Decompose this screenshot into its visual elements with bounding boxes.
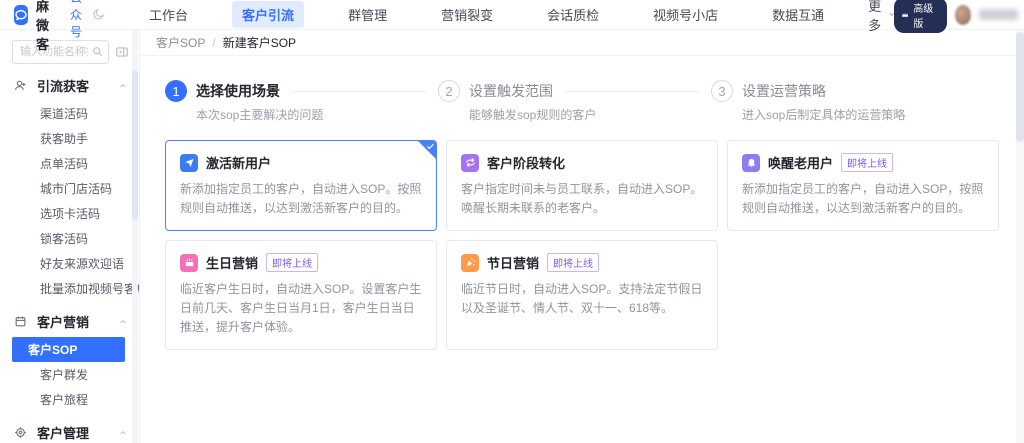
sidebar-section-title: 客户营销 bbox=[37, 312, 119, 331]
collapse-sidebar-icon[interactable] bbox=[115, 45, 129, 59]
chevron-up-icon bbox=[119, 429, 127, 437]
chevron-up-icon bbox=[119, 82, 127, 90]
scene-card-description: 临近节日时，自动进入SOP。支持法定节假日以及圣诞节、情人节、双十一、618等。 bbox=[461, 280, 703, 318]
sidebar: 引流获客渠道活码获客助手点单活码城市门店活码选项卡活码锁客活码好友来源欢迎语批量… bbox=[0, 30, 140, 443]
nav-tab[interactable]: 视频号小店 bbox=[643, 1, 728, 28]
scene-card-title: 生日营销 bbox=[206, 253, 258, 272]
more-menu[interactable]: 更多 bbox=[868, 0, 894, 34]
step: 2 设置触发范围能够触发sop规则的客户 bbox=[438, 80, 711, 123]
plan-badge[interactable]: 高级版 bbox=[894, 0, 947, 33]
scene-card[interactable]: 激活新用户新添加指定员工的客户，自动进入SOP。按照规则自动推送，以达到激活新客… bbox=[165, 140, 437, 231]
nav-tab[interactable]: 营销裂变 bbox=[431, 1, 503, 28]
moon-icon[interactable] bbox=[92, 8, 105, 21]
official-account-link[interactable]: 公众号 bbox=[70, 0, 82, 40]
main-panel: 客户SOP / 新建客户SOP 1 选择使用场景本次sop主要解决的问题2 设置触发… bbox=[140, 30, 1024, 443]
breadcrumb-separator: / bbox=[212, 36, 215, 50]
scene-card-description: 临近客户生日时，自动进入SOP。设置客户生日前几天、客户生日当月1日，客户生日当… bbox=[180, 280, 422, 337]
topbar-right: 高级版 bbox=[894, 0, 1024, 33]
step-subtitle: 进入sop后制定具体的运营策略 bbox=[742, 106, 905, 123]
nav-tab[interactable]: 群管理 bbox=[338, 1, 397, 28]
conversion-icon bbox=[461, 154, 479, 172]
scene-card[interactable]: 节日营销即将上线临近节日时，自动进入SOP。支持法定节假日以及圣诞节、情人节、双… bbox=[446, 240, 718, 350]
step-subtitle: 能够触发sop规则的客户 bbox=[469, 106, 711, 123]
sidebar-item[interactable]: 客户群发 bbox=[12, 362, 125, 387]
sidebar-item[interactable]: 锁客活码 bbox=[12, 226, 125, 251]
page-scrollbar[interactable] bbox=[1016, 30, 1024, 443]
scene-card-title: 客户阶段转化 bbox=[487, 153, 565, 172]
bell-icon bbox=[742, 154, 760, 172]
topbar: 芝麻微客 公众号 工作台客户引流群管理营销裂变会话质检视频号小店数据互通 更多 … bbox=[0, 0, 1024, 30]
sidebar-item[interactable]: 城市门店活码 bbox=[12, 176, 125, 201]
breadcrumb-parent[interactable]: 客户SOP bbox=[156, 34, 205, 51]
more-label: 更多 bbox=[868, 0, 884, 34]
sidebar-item[interactable]: 选项卡活码 bbox=[12, 201, 125, 226]
app-logo: 芝麻微客 bbox=[14, 0, 56, 53]
app-window: 芝麻微客 公众号 工作台客户引流群管理营销裂变会话质检视频号小店数据互通 更多 … bbox=[0, 0, 1024, 443]
sidebar-section-title: 引流获客 bbox=[37, 76, 119, 95]
scene-card[interactable]: 客户阶段转化客户指定时间未与员工联系，自动进入SOP。唤醒长期未联系的老客户。 bbox=[446, 140, 718, 231]
step: 3 设置运营策略进入sop后制定具体的运营策略 bbox=[711, 80, 905, 123]
coming-soon-badge: 即将上线 bbox=[547, 253, 599, 272]
steps-bar: 1 选择使用场景本次sop主要解决的问题2 设置触发范围能够触发sop规则的客户3设… bbox=[165, 80, 995, 123]
gear-icon bbox=[14, 426, 28, 439]
party-popper-icon bbox=[461, 254, 479, 272]
scene-card-grid: 激活新用户新添加指定员工的客户，自动进入SOP。按照规则自动推送，以达到激活新客… bbox=[165, 140, 1004, 350]
sidebar-nav: 引流获客渠道活码获客助手点单活码城市门店活码选项卡活码锁客活码好友来源欢迎语批量… bbox=[0, 70, 139, 443]
sidebar-item[interactable]: 渠道活码 bbox=[12, 101, 125, 126]
chevron-up-icon bbox=[119, 318, 127, 326]
sidebar-section-header[interactable]: 引流获客 bbox=[0, 70, 139, 101]
step-connector bbox=[565, 91, 699, 92]
sidebar-section-title: 客户管理 bbox=[37, 423, 119, 442]
coming-soon-badge: 即将上线 bbox=[266, 253, 318, 272]
sidebar-scrollbar[interactable] bbox=[132, 30, 138, 443]
nav-tab[interactable]: 数据互通 bbox=[762, 1, 834, 28]
username-redacted bbox=[979, 9, 1017, 20]
brand-name: 芝麻微客 bbox=[36, 0, 56, 53]
breadcrumb: 客户SOP / 新建客户SOP bbox=[140, 30, 1024, 56]
chat-bubble-logo-icon bbox=[14, 5, 28, 25]
step-number: 3 bbox=[711, 80, 733, 102]
scene-card[interactable]: 生日营销即将上线临近客户生日时，自动进入SOP。设置客户生日前几天、客户生日当月… bbox=[165, 240, 437, 350]
nav-tabs: 工作台 客户引流 群管理 营销裂变 会话质检 视频号小店 数据互通 bbox=[139, 1, 834, 28]
step-title: 选择使用场景 bbox=[196, 81, 280, 101]
breadcrumb-current: 新建客户SOP bbox=[223, 34, 296, 51]
scene-card-title: 节日营销 bbox=[487, 253, 539, 272]
step: 1 选择使用场景本次sop主要解决的问题 bbox=[165, 80, 438, 123]
sidebar-item[interactable]: 客户旅程 bbox=[12, 387, 125, 412]
cake-icon bbox=[180, 254, 198, 272]
calendar-icon bbox=[14, 315, 28, 328]
content-area: 1 选择使用场景本次sop主要解决的问题2 设置触发范围能够触发sop规则的客户3设… bbox=[140, 56, 1024, 443]
search-icon bbox=[91, 45, 104, 58]
step-subtitle: 本次sop主要解决的问题 bbox=[196, 106, 438, 123]
nav-tab[interactable]: 工作台 bbox=[139, 1, 198, 28]
sidebar-section-header[interactable]: 客户管理 bbox=[0, 417, 139, 443]
scene-card-title: 激活新用户 bbox=[206, 153, 271, 172]
sidebar-item[interactable]: 获客助手 bbox=[12, 126, 125, 151]
step-number: 2 bbox=[438, 80, 460, 102]
step-number: 1 bbox=[165, 80, 187, 102]
paper-plane-icon bbox=[180, 154, 198, 172]
avatar[interactable] bbox=[955, 5, 972, 25]
scene-card-title: 唤醒老用户 bbox=[768, 153, 833, 172]
scene-card-description: 新添加指定员工的客户，自动进入SOP，按照规则自动推送，以达到激活新客户的目的。 bbox=[742, 180, 984, 218]
sidebar-item[interactable]: 好友来源欢迎语 bbox=[12, 251, 125, 276]
nav-tab[interactable]: 会话质检 bbox=[537, 1, 609, 28]
crown-icon bbox=[901, 10, 909, 20]
scene-card-description: 客户指定时间未与员工联系，自动进入SOP。唤醒长期未联系的老客户。 bbox=[461, 180, 703, 218]
scene-card-description: 新添加指定员工的客户，自动进入SOP。按照规则自动推送，以达到激活新客户的目的。 bbox=[180, 180, 422, 218]
sidebar-section-header[interactable]: 客户营销 bbox=[0, 306, 139, 337]
sidebar-item[interactable]: 批量添加视频号客户 bbox=[12, 276, 125, 301]
plan-badge-label: 高级版 bbox=[913, 0, 937, 30]
sidebar-item[interactable]: 点单活码 bbox=[12, 151, 125, 176]
coming-soon-badge: 即将上线 bbox=[841, 153, 893, 172]
sidebar-item[interactable]: 客户SOP bbox=[12, 337, 125, 362]
user-plus-icon bbox=[14, 79, 28, 92]
nav-tab[interactable]: 客户引流 bbox=[232, 1, 304, 28]
step-connector bbox=[292, 91, 426, 92]
scene-card[interactable]: 唤醒老用户即将上线新添加指定员工的客户，自动进入SOP，按照规则自动推送，以达到… bbox=[727, 140, 999, 231]
selected-corner-check-icon bbox=[417, 140, 437, 160]
step-title: 设置运营策略 bbox=[742, 81, 826, 101]
step-title: 设置触发范围 bbox=[469, 81, 553, 101]
